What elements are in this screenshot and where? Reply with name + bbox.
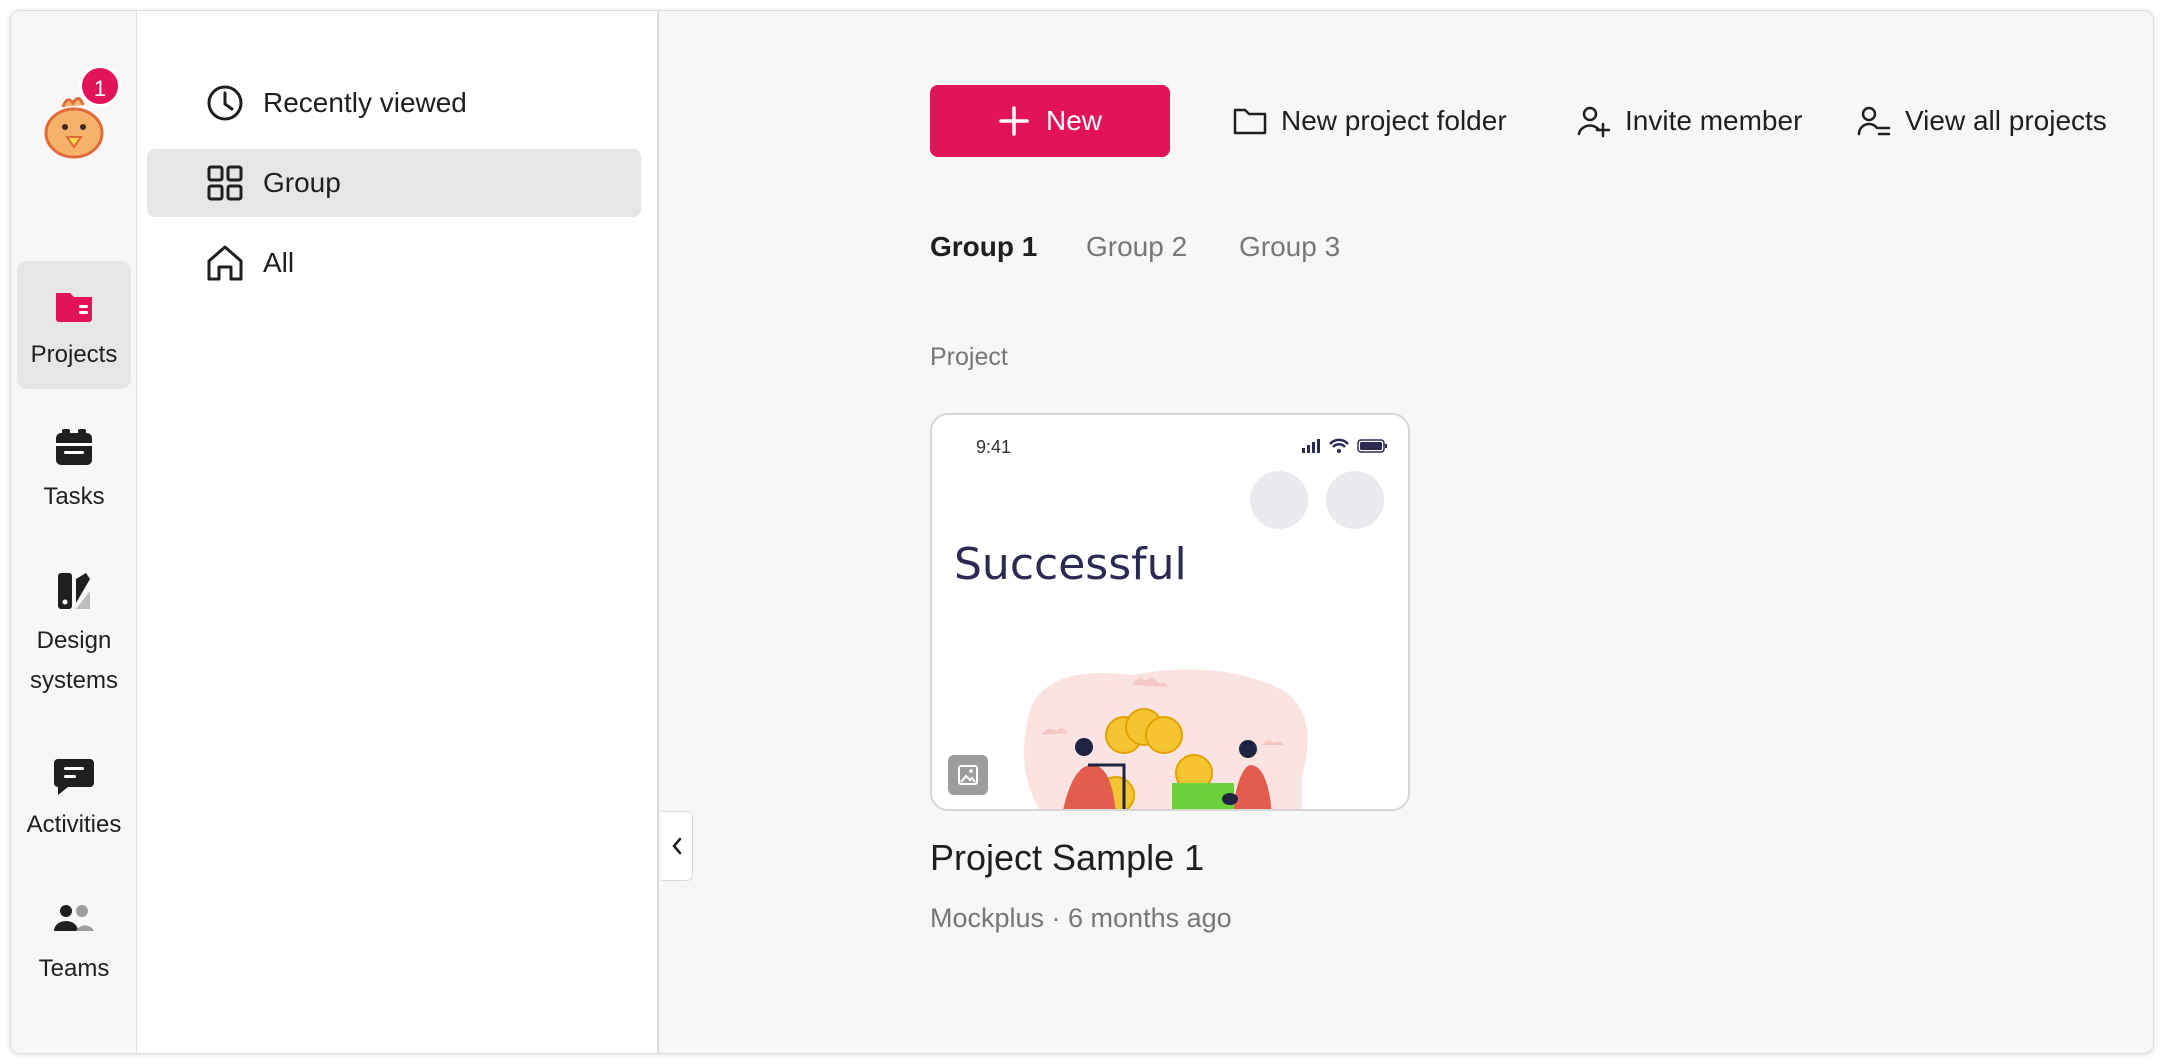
view-all-projects-button[interactable]: View all projects [1857, 85, 2107, 157]
preview-circle [1250, 471, 1308, 529]
rail-item-teams[interactable]: Teams [17, 897, 131, 997]
folder-outline-icon [1233, 108, 1267, 135]
rail-item-design-systems[interactable]: Design systems [17, 569, 131, 709]
side-nav: Recently viewed Group All [137, 11, 659, 1053]
grid-icon [207, 165, 243, 201]
phone-status-icons [1302, 438, 1387, 453]
nav-item-group[interactable]: Group [147, 149, 641, 217]
rail-item-label: Projects [30, 341, 118, 368]
add-user-icon [1577, 106, 1611, 138]
swatch-icon [58, 573, 90, 609]
nav-item-all[interactable]: All [147, 229, 641, 297]
tab-group-2[interactable]: Group 2 [1086, 231, 1187, 263]
rail-item-activities[interactable]: Activities [17, 753, 131, 853]
project-card[interactable]: 9:41 Successful [930, 413, 1410, 811]
new-button-label: New [1045, 105, 1102, 136]
app-window: 1 Projects Tasks Design systems Activiti… [10, 10, 2154, 1054]
task-box-icon [56, 429, 92, 465]
collapse-sidebar-button[interactable] [661, 811, 693, 881]
chat-bubble-icon [54, 759, 94, 795]
folder-icon [56, 293, 92, 322]
image-thumbnail-icon [948, 755, 988, 795]
rail-item-projects[interactable]: Projects [17, 261, 131, 389]
new-project-folder-label: New project folder [1281, 105, 1507, 136]
preview-time: 9:41 [976, 437, 1012, 457]
rail-item-label: Teams [38, 955, 110, 982]
preview-circle [1326, 471, 1384, 529]
rail-item-label: Activities [26, 811, 122, 838]
invite-member-label: Invite member [1625, 105, 1803, 136]
invite-member-button[interactable]: Invite member [1577, 85, 1802, 157]
tab-group-3[interactable]: Group 3 [1239, 231, 1340, 263]
preview-title: Successful [954, 539, 1187, 590]
app-rail: 1 Projects Tasks Design systems Activiti… [11, 11, 137, 1053]
nav-item-recently-viewed[interactable]: Recently viewed [147, 69, 641, 137]
nav-item-label: Group [263, 167, 341, 198]
project-name[interactable]: Project Sample 1 [930, 837, 1204, 879]
rail-item-tasks[interactable]: Tasks [17, 425, 131, 525]
clock-icon [207, 85, 243, 121]
nav-item-label: All [263, 247, 295, 278]
new-project-folder-button[interactable]: New project folder [1233, 85, 1507, 157]
notification-badge: 1 [79, 65, 121, 107]
plus-icon [999, 106, 1029, 136]
nav-item-label: Recently viewed [263, 87, 467, 118]
project-meta: Mockplus · 6 months ago [930, 903, 1232, 933]
view-all-projects-label: View all projects [1905, 105, 2107, 136]
tab-group-1[interactable]: Group 1 [930, 231, 1037, 263]
new-button[interactable]: New [930, 85, 1170, 157]
rail-item-label: Tasks [43, 483, 105, 510]
user-list-icon [1857, 106, 1891, 136]
people-icon [54, 905, 94, 931]
section-label: Project [930, 343, 1008, 371]
home-icon [207, 245, 243, 281]
money-illustration-icon [1024, 669, 1308, 809]
rail-item-label: Design systems [29, 627, 118, 694]
chevron-left-icon [671, 837, 681, 855]
